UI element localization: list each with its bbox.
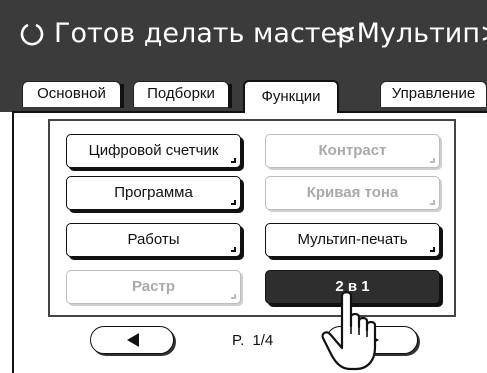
program-button[interactable]: Программа <box>66 176 241 210</box>
tab-basic[interactable]: Основной <box>22 81 124 108</box>
prev-page-button[interactable] <box>90 326 174 354</box>
button-label: Растр <box>131 278 175 295</box>
button-label: Кривая тона <box>306 184 399 201</box>
button-label: Контраст <box>318 142 387 159</box>
tone-curve-button[interactable]: Кривая тона <box>265 176 440 210</box>
page-label: P. <box>232 332 245 349</box>
title-bar: Готов делать мастер <Мультип> Основной П… <box>0 0 487 113</box>
digital-counter-button[interactable]: Цифровой счетчик <box>66 134 241 168</box>
page-indicator: P. 1/4 <box>232 332 273 349</box>
submenu-corner-icon <box>231 247 236 252</box>
tab-selections[interactable]: Подборки <box>133 81 232 108</box>
circle-outline-icon <box>20 24 44 46</box>
triangle-left-icon <box>127 333 139 347</box>
submenu-corner-icon <box>430 158 435 163</box>
button-label: Программа <box>114 184 193 201</box>
tab-functions[interactable]: Функции <box>243 80 339 113</box>
contrast-button[interactable]: Контраст <box>265 134 440 168</box>
tab-label: Основной <box>37 85 106 102</box>
tab-label: Управление <box>391 85 476 102</box>
submenu-corner-icon <box>231 294 236 299</box>
machine-status: Готов делать мастер <box>54 18 355 49</box>
tab-label: Подборки <box>147 85 215 102</box>
submenu-corner-icon <box>231 158 236 163</box>
tab-label: Функции <box>261 88 321 105</box>
submenu-corner-icon <box>430 247 435 252</box>
submenu-corner-icon <box>430 200 435 205</box>
button-label: Цифровой счетчик <box>88 142 219 159</box>
page-number: 1/4 <box>252 332 274 349</box>
tab-shadow <box>120 84 124 108</box>
tab-shadow <box>228 84 232 108</box>
screen-button[interactable]: Растр <box>66 270 241 304</box>
hand-pointer-icon <box>321 291 377 371</box>
submenu-corner-icon <box>231 200 236 205</box>
button-label: Работы <box>127 231 180 248</box>
tab-admin[interactable]: Управление <box>380 81 487 107</box>
mode-indicator: <Мультип> <box>334 18 487 49</box>
multi-up-button[interactable]: Мультип-печать <box>265 223 440 257</box>
button-label: Мультип-печать <box>297 231 408 248</box>
jobs-button[interactable]: Работы <box>66 223 241 257</box>
